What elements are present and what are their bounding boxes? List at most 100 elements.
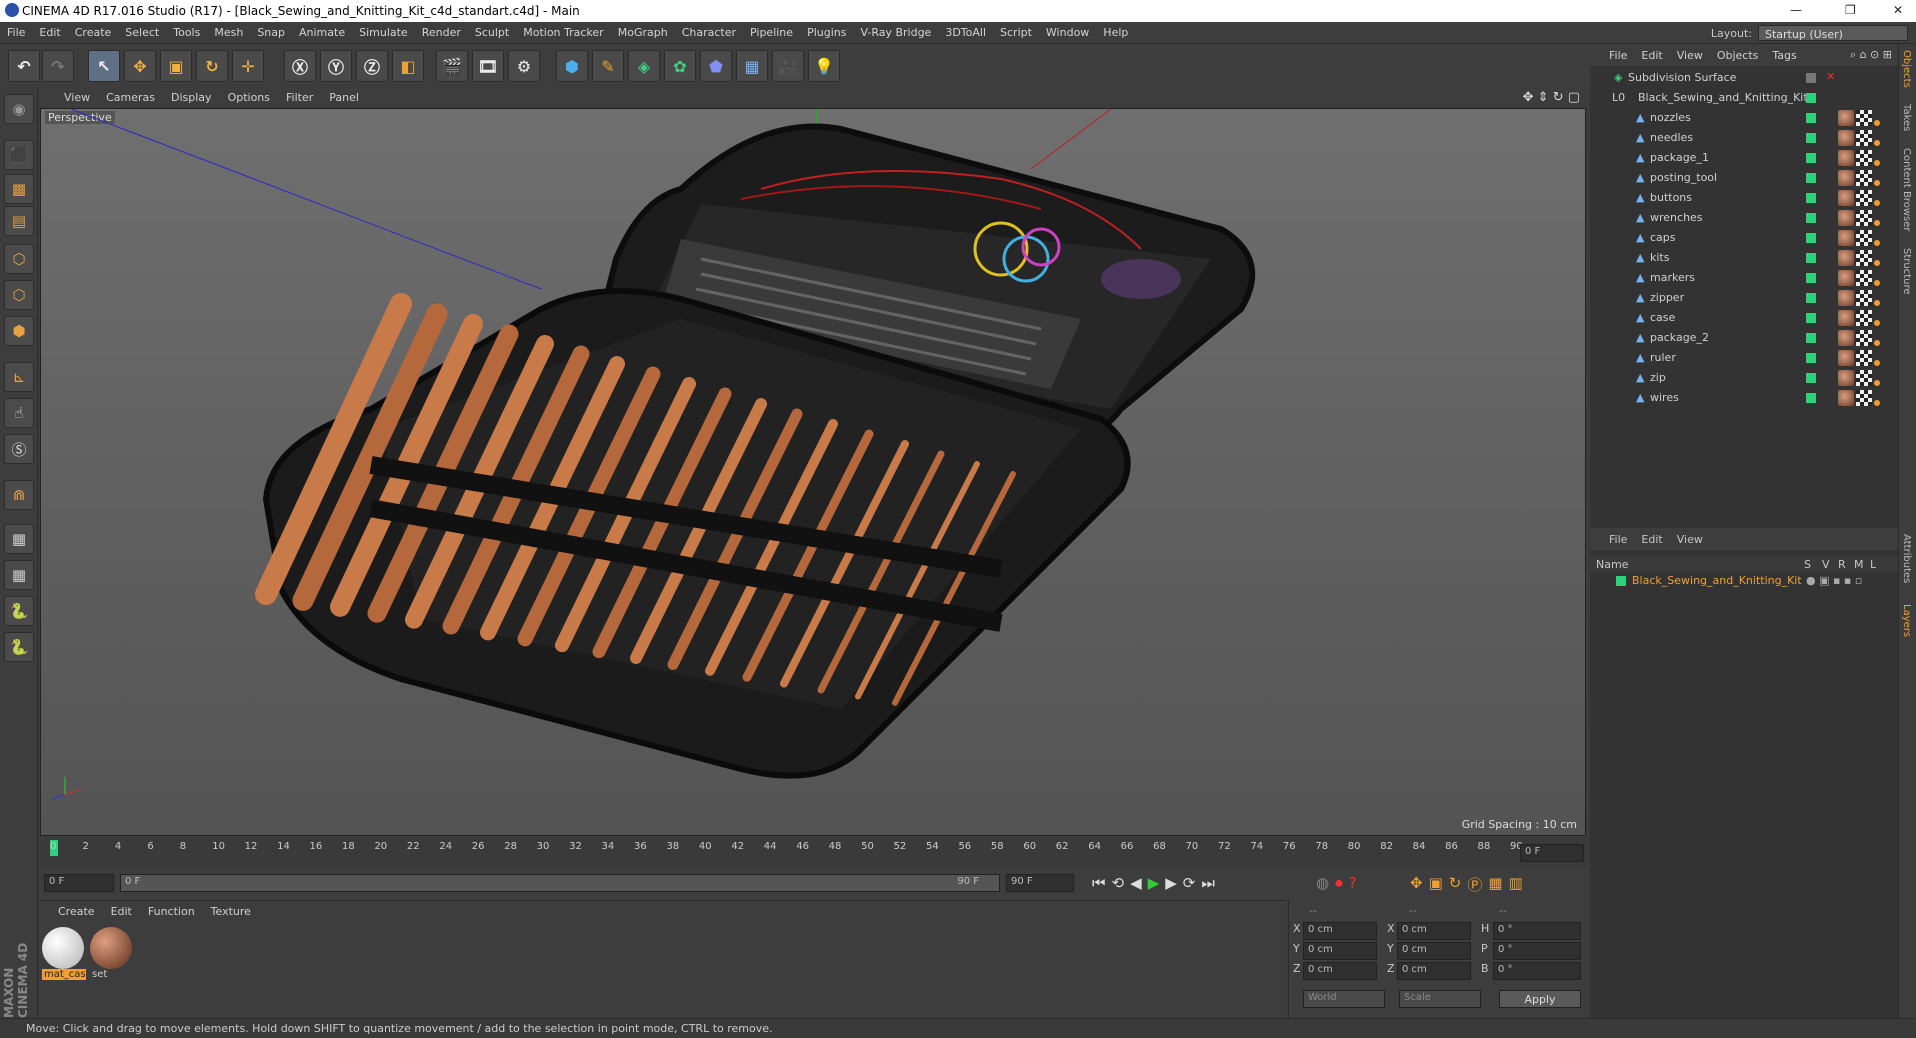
visibility-toggle[interactable] bbox=[1806, 93, 1816, 103]
menu-script[interactable]: Script bbox=[993, 22, 1039, 44]
menu-file[interactable]: File bbox=[0, 22, 32, 44]
material-tag-icon[interactable] bbox=[1838, 170, 1854, 186]
texture-tag-icon[interactable] bbox=[1856, 350, 1872, 366]
y-axis-lock-icon[interactable]: Ⓨ bbox=[320, 50, 352, 82]
viewport-menu-view[interactable]: View bbox=[56, 88, 98, 104]
redo-icon[interactable]: ↷ bbox=[42, 50, 74, 82]
menu-tools[interactable]: Tools bbox=[166, 22, 207, 44]
edges-mode-icon[interactable]: ⬡ bbox=[4, 280, 34, 310]
visibility-toggle[interactable] bbox=[1806, 293, 1816, 303]
object-row-package-2[interactable]: ▲ package_2 bbox=[1590, 328, 1898, 348]
texture-tag-icon[interactable] bbox=[1856, 290, 1872, 306]
tab-objects[interactable]: Objects bbox=[1901, 50, 1912, 88]
floor-icon[interactable]: ▦ bbox=[736, 50, 768, 82]
object-row-buttons[interactable]: ▲ buttons bbox=[1590, 188, 1898, 208]
coord-rotation-field[interactable]: 0 ° bbox=[1493, 922, 1581, 940]
material-tag-icon[interactable] bbox=[1838, 270, 1854, 286]
objects-menu-tags[interactable]: Tags bbox=[1765, 44, 1803, 62]
goto-end-icon[interactable]: ⏭ bbox=[1201, 874, 1215, 892]
material-tag-icon[interactable] bbox=[1838, 110, 1854, 126]
visibility-toggle[interactable] bbox=[1806, 173, 1816, 183]
object-row-wrenches[interactable]: ▲ wrenches bbox=[1590, 208, 1898, 228]
menu-simulate[interactable]: Simulate bbox=[352, 22, 415, 44]
material-tag-icon[interactable] bbox=[1838, 290, 1854, 306]
undo-icon[interactable]: ↶ bbox=[8, 50, 40, 82]
axis-mode-icon[interactable]: ⊾ bbox=[4, 362, 34, 392]
menu-window[interactable]: Window bbox=[1039, 22, 1096, 44]
coord-mode-dropdown[interactable]: World bbox=[1303, 990, 1385, 1008]
object-row-posting-tool[interactable]: ▲ posting_tool bbox=[1590, 168, 1898, 188]
material-tag-icon[interactable] bbox=[1838, 350, 1854, 366]
visibility-toggle[interactable] bbox=[1806, 153, 1816, 163]
visibility-toggle[interactable] bbox=[1806, 193, 1816, 203]
pen-spline-icon[interactable]: ✎ bbox=[592, 50, 624, 82]
tab-content-browser[interactable]: Content Browser bbox=[1901, 148, 1912, 231]
tweak-mode-icon[interactable]: ☝ bbox=[4, 398, 34, 428]
subdivision-surface-icon[interactable]: ◈ bbox=[628, 50, 660, 82]
viewport-menu-filter[interactable]: Filter bbox=[278, 88, 321, 104]
visibility-toggle[interactable] bbox=[1806, 233, 1816, 243]
next-frame-icon[interactable]: ▶ bbox=[1165, 874, 1177, 892]
menu-3dtoall[interactable]: 3DToAll bbox=[938, 22, 993, 44]
make-editable-icon[interactable]: ◉ bbox=[4, 94, 34, 124]
menu-plugins[interactable]: Plugins bbox=[800, 22, 853, 44]
texture-tag-icon[interactable] bbox=[1856, 330, 1872, 346]
menu-edit[interactable]: Edit bbox=[32, 22, 67, 44]
texture-tag-icon[interactable] bbox=[1856, 270, 1872, 286]
layer-row[interactable]: Black_Sewing_and_Knitting_Kit ● ▣ ▪ ▪ ▫ bbox=[1590, 572, 1898, 590]
points-mode-icon[interactable]: ⬡ bbox=[4, 244, 34, 274]
render-view-icon[interactable]: 🎬 bbox=[436, 50, 468, 82]
render-settings-icon[interactable]: ⚙ bbox=[508, 50, 540, 82]
texture-tag-icon[interactable] bbox=[1856, 170, 1872, 186]
object-row-case[interactable]: ▲ case bbox=[1590, 308, 1898, 328]
deformer-icon[interactable]: ⬟ bbox=[700, 50, 732, 82]
texture-tag-icon[interactable] bbox=[1856, 130, 1872, 146]
menu-mograph[interactable]: MoGraph bbox=[611, 22, 675, 44]
key-scale-icon[interactable]: ▣ bbox=[1429, 874, 1443, 895]
layers-menu-file[interactable]: File bbox=[1602, 533, 1634, 546]
coord-rotation-field[interactable]: 0 ° bbox=[1493, 962, 1581, 980]
objects-menu-file[interactable]: File bbox=[1602, 44, 1634, 62]
workplane-mode-icon[interactable]: ▤ bbox=[4, 206, 34, 236]
layers-menu-edit[interactable]: Edit bbox=[1634, 533, 1669, 546]
cloner-icon[interactable]: ✿ bbox=[664, 50, 696, 82]
texture-tag-icon[interactable] bbox=[1856, 370, 1872, 386]
light-icon[interactable]: 💡 bbox=[808, 50, 840, 82]
menu-help[interactable]: Help bbox=[1096, 22, 1135, 44]
texture-tag-icon[interactable] bbox=[1856, 210, 1872, 226]
menu-mesh[interactable]: Mesh bbox=[207, 22, 250, 44]
cube-primitive-icon[interactable]: ⬢ bbox=[556, 50, 588, 82]
coord-size-field[interactable]: 0 cm bbox=[1397, 922, 1471, 940]
coord-position-field[interactable]: 0 cm bbox=[1303, 922, 1377, 940]
recent-tools-icon[interactable]: ✛ bbox=[232, 50, 264, 82]
material-tag-icon[interactable] bbox=[1838, 250, 1854, 266]
menu-pipeline[interactable]: Pipeline bbox=[743, 22, 800, 44]
coordinate-system-icon[interactable]: ◧ bbox=[392, 50, 424, 82]
layers-menu-view[interactable]: View bbox=[1670, 533, 1710, 546]
visibility-toggle[interactable] bbox=[1806, 113, 1816, 123]
prev-key-icon[interactable]: ⟲ bbox=[1112, 874, 1125, 892]
render-picture-viewer-icon[interactable]: 🎞 bbox=[472, 50, 504, 82]
material-tag-icon[interactable] bbox=[1838, 230, 1854, 246]
visibility-toggle[interactable] bbox=[1806, 373, 1816, 383]
coord-position-field[interactable]: 0 cm bbox=[1303, 942, 1377, 960]
timeline-window-icon[interactable]: ▥ bbox=[1509, 874, 1523, 895]
z-axis-lock-icon[interactable]: Ⓩ bbox=[356, 50, 388, 82]
snapping-icon[interactable]: Ⓢ bbox=[4, 434, 34, 464]
material-menu-texture[interactable]: Texture bbox=[203, 901, 259, 922]
tab-structure[interactable]: Structure bbox=[1901, 248, 1912, 295]
object-row-nozzles[interactable]: ▲ nozzles bbox=[1590, 108, 1898, 128]
coord-size-field[interactable]: 0 cm bbox=[1397, 942, 1471, 960]
key-param-icon[interactable]: Ⓟ bbox=[1467, 874, 1482, 895]
menu-sculpt[interactable]: Sculpt bbox=[468, 22, 516, 44]
x-axis-lock-icon[interactable]: Ⓧ bbox=[284, 50, 316, 82]
texture-tag-icon[interactable] bbox=[1856, 150, 1872, 166]
polygons-mode-icon[interactable]: ⬢ bbox=[4, 316, 34, 346]
coord-size-field[interactable]: 0 cm bbox=[1397, 962, 1471, 980]
object-row-kit-group[interactable]: L0 Black_Sewing_and_Knitting_Kit bbox=[1590, 88, 1898, 108]
autokey-icon[interactable]: ⏺ bbox=[1335, 874, 1343, 892]
planar-workplane-icon[interactable]: ▦ bbox=[4, 560, 34, 590]
visibility-toggle[interactable] bbox=[1806, 213, 1816, 223]
menu-render[interactable]: Render bbox=[415, 22, 468, 44]
material-tag-icon[interactable] bbox=[1838, 370, 1854, 386]
